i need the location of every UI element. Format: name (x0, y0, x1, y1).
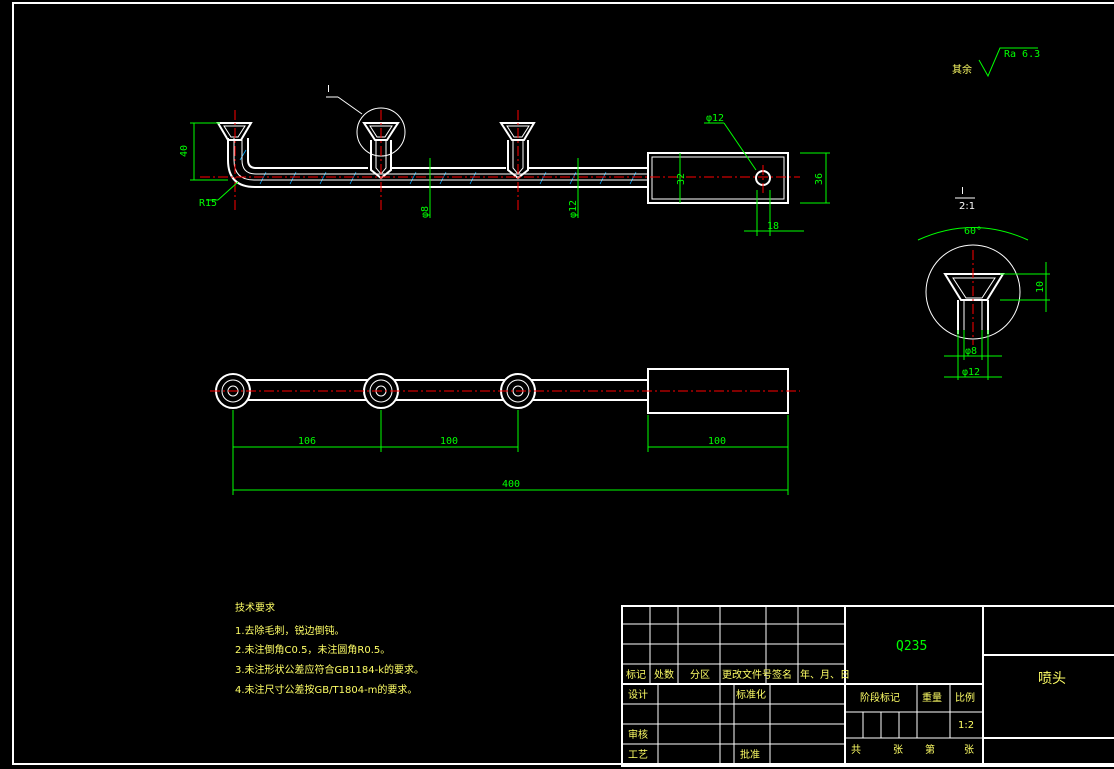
header-cell: 更改文件号 (722, 668, 772, 681)
detail-ratio: 2:1 (959, 201, 975, 212)
review-label: 审核 (628, 728, 648, 741)
detail-label: I (327, 84, 330, 95)
total-label: 共 (851, 744, 861, 756)
roughness-value: Ra 6.3 (1004, 49, 1040, 60)
dim-32: 32 (676, 173, 687, 185)
sheets-label: 张 (893, 744, 903, 756)
part-name: 喷头 (1038, 671, 1066, 687)
scale-label: 比例 (955, 691, 975, 704)
detail-view: I 2:1 60° 10 φ8 φ12 (917, 186, 1050, 380)
front-view: I 40 R15 φ8 φ12 φ12 32 36 18 (179, 84, 830, 236)
dim-18: 18 (767, 221, 779, 232)
dim-d8: φ8 (420, 206, 431, 218)
approve-label: 批准 (740, 748, 760, 761)
header-cell: 处数 (654, 668, 674, 681)
tech-item: 2.未注倒角C0.5，未注圆角R0.5。 (235, 643, 390, 656)
roughness-symbol: 其余 Ra 6.3 (952, 47, 1040, 78)
no-label: 第 (925, 743, 935, 756)
weight-label: 重量 (922, 691, 942, 704)
handle-block (647, 152, 789, 204)
dim-detail-10: 10 (1035, 281, 1046, 293)
tech-title: 技术要求 (235, 601, 275, 614)
tech-item: 1.去除毛刺，锐边倒钝。 (235, 624, 345, 637)
tech-requirements: 技术要求 1.去除毛刺，锐边倒钝。 2.未注倒角C0.5，未注圆角R0.5。 3… (235, 601, 424, 696)
dim-60deg: 60° (964, 226, 982, 237)
standardization-label: 标准化 (736, 688, 766, 701)
tech-item: 3.未注形状公差应符合GB1184-k的要求。 (235, 663, 424, 676)
design-label: 设计 (628, 688, 648, 701)
process-label: 工艺 (628, 749, 648, 761)
dim-400: 400 (502, 479, 520, 490)
dim-106: 106 (298, 436, 316, 447)
roughness-prefix: 其余 (952, 63, 972, 76)
dim-40: 40 (179, 145, 190, 157)
detail-section-label: I (961, 186, 964, 197)
dim-d12: φ12 (568, 200, 579, 218)
dim-r15: R15 (199, 198, 217, 209)
dim-detail-d8: φ8 (965, 346, 977, 357)
header-cell: 签名 (772, 668, 792, 681)
title-block-headers: 标记 处数 分区 更改文件号 签名 年、月、日 (626, 668, 850, 681)
sheet-label: 张 (964, 744, 974, 756)
tech-item: 4.未注尺寸公差按GB/T1804-m的要求。 (235, 683, 417, 696)
dim-100-a: 100 (440, 436, 458, 447)
header-cell: 标记 (626, 669, 646, 681)
top-view: 106 100 100 400 (210, 368, 800, 495)
dim-100-b: 100 (708, 436, 726, 447)
centerlines (200, 110, 800, 210)
dim-hole-d12: φ12 (706, 113, 724, 124)
header-cell: 年、月、日 (800, 668, 850, 681)
header-cell: 分区 (690, 669, 710, 681)
material: Q235 (896, 639, 927, 654)
drawing-border (12, 2, 1114, 765)
technical-drawing: 其余 Ra 6.3 I 40 R15 φ8 φ12 φ12 32 36 18 I… (12, 2, 1114, 767)
stage-mark-label: 阶段标记 (860, 691, 900, 704)
scale-value: 1:2 (958, 720, 974, 731)
dim-detail-d12: φ12 (962, 367, 980, 378)
dim-36: 36 (814, 173, 825, 185)
